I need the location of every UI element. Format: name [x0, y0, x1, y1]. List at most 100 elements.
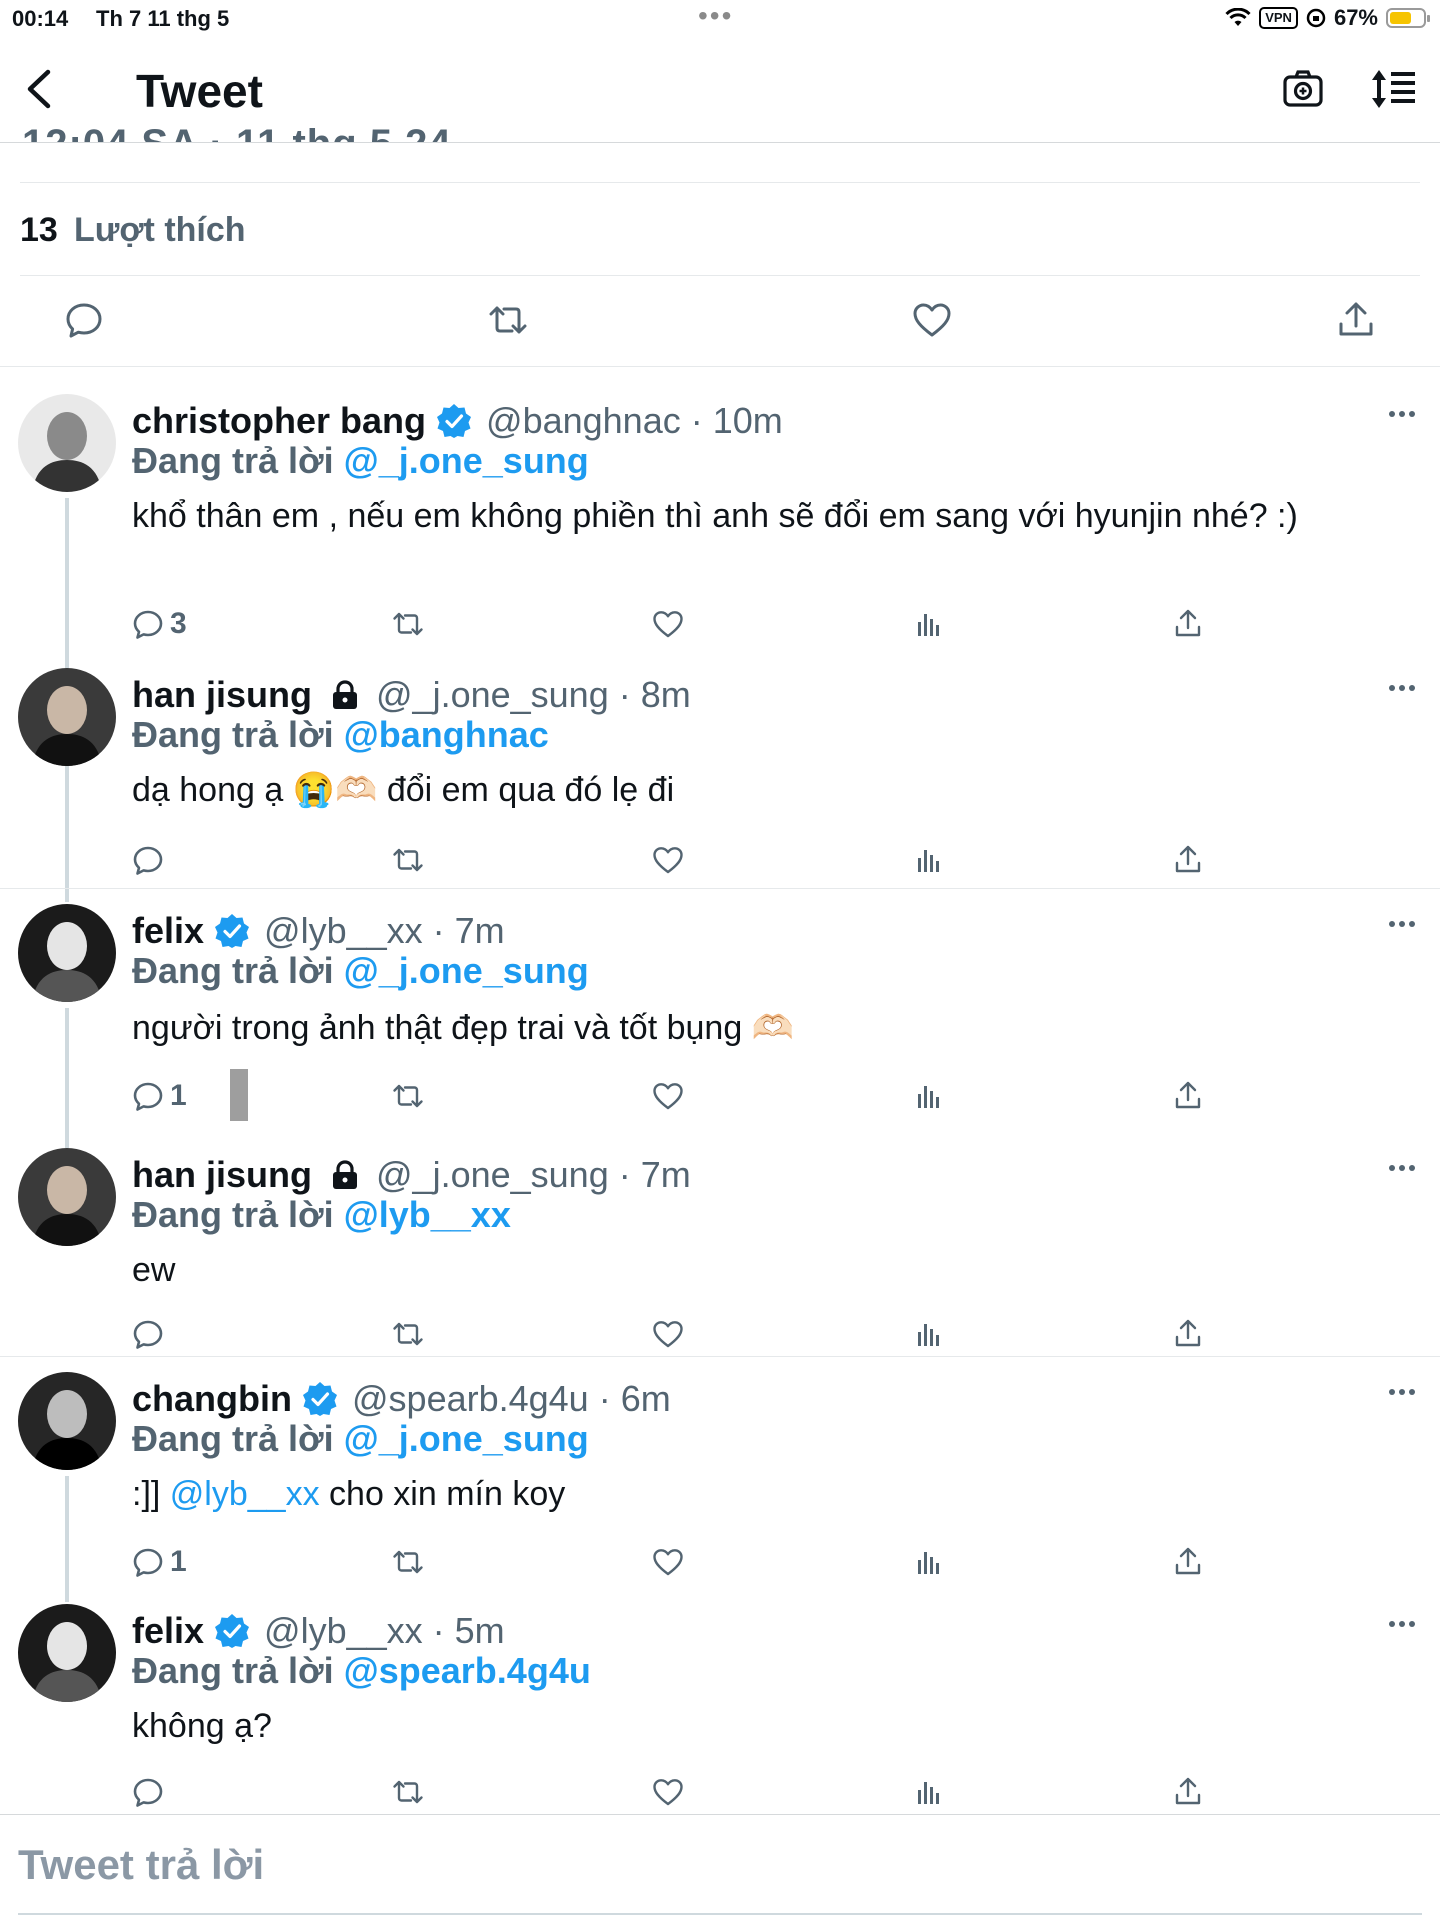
retweet-icon [393, 1322, 423, 1346]
replying-to-handle[interactable]: @_j.one_sung [344, 1418, 589, 1459]
like-icon [653, 1549, 683, 1576]
share-button[interactable] [1172, 840, 1204, 880]
author-name[interactable]: han jisung [132, 674, 312, 716]
reply-text-content: dạ hong ạ 😭🫶🏻 đổi em qua đó lẹ đi [132, 771, 675, 809]
reply-header: changbin @spearb.4g4u · 6m [132, 1378, 671, 1420]
reply-header: han jisung @_j.one_sung · 7m [132, 1154, 691, 1196]
share-icon [1175, 1081, 1201, 1109]
reply-text: không ạ? [132, 1704, 1372, 1748]
share-icon[interactable] [1336, 300, 1376, 340]
reply-time: · 6m [598, 1378, 671, 1419]
reply-text-suffix: cho xin mín koy [319, 1475, 566, 1513]
back-icon[interactable] [20, 66, 60, 112]
retweet-button[interactable] [392, 840, 424, 880]
author-handle[interactable]: @spearb.4g4u [352, 1378, 589, 1420]
camera-icon[interactable] [1282, 68, 1324, 110]
more-icon[interactable] [1388, 408, 1416, 420]
more-icon[interactable] [1388, 918, 1416, 930]
retweet-icon [393, 1550, 423, 1574]
reply-button[interactable] [132, 840, 164, 880]
verified-icon [303, 1382, 337, 1416]
avatar[interactable] [18, 1604, 116, 1702]
reply-tweet[interactable]: han jisung @_j.one_sung · 8m Đang trả lời @… [0, 668, 1440, 889]
author-handle[interactable]: @lyb__xx [264, 910, 423, 952]
author-handle[interactable]: @lyb__xx [264, 1610, 423, 1652]
multitasking-dots-icon[interactable]: ••• [698, 0, 733, 32]
author-handle[interactable]: @_j.one_sung [376, 1154, 609, 1196]
share-button[interactable] [1172, 1314, 1204, 1354]
reply-button[interactable]: 1 [132, 1542, 187, 1582]
avatar[interactable] [18, 668, 116, 766]
views-button[interactable] [912, 840, 944, 880]
reply-tweet[interactable]: felix @lyb__xx · 5m Đang trả lời @spearb.4g… [0, 1604, 1440, 1812]
author-handle[interactable]: @banghnac [486, 400, 681, 442]
reply-tweet[interactable]: felix @lyb__xx · 7m Đang trả lời @_j.one_su… [0, 904, 1440, 1148]
replying-to-handle[interactable]: @_j.one_sung [344, 440, 589, 481]
avatar[interactable] [18, 394, 116, 492]
scroll-indicator[interactable] [230, 1069, 248, 1121]
replying-to-handle[interactable]: @banghnac [344, 714, 549, 755]
retweet-button[interactable] [392, 1542, 424, 1582]
more-icon[interactable] [1388, 1618, 1416, 1630]
reply-tweet[interactable]: han jisung @_j.one_sung · 7m Đang trả lời @… [0, 1148, 1440, 1357]
like-button[interactable] [652, 1772, 684, 1812]
like-icon [653, 1321, 683, 1348]
share-icon [1175, 1319, 1201, 1347]
share-button[interactable] [1172, 1772, 1204, 1812]
views-button[interactable] [912, 604, 944, 644]
reply-button[interactable]: 1 [132, 1076, 187, 1116]
reply-button[interactable] [132, 1772, 164, 1812]
reply-input[interactable]: Tweet trả lời [18, 1841, 264, 1889]
replying-to-label: Đang trả lời [132, 1418, 334, 1459]
avatar[interactable] [18, 1372, 116, 1470]
more-icon[interactable] [1388, 1162, 1416, 1174]
share-button[interactable] [1172, 1076, 1204, 1116]
author-name[interactable]: christopher bang [132, 400, 426, 442]
like-icon[interactable] [912, 300, 952, 340]
sort-icon[interactable] [1370, 68, 1418, 110]
thread-line [65, 1008, 69, 1148]
views-icon [918, 850, 939, 872]
reply-button[interactable] [132, 1314, 164, 1354]
reply-tweet[interactable]: changbin @spearb.4g4u · 6m Đang trả lời @_j… [0, 1372, 1440, 1602]
replying-to-label: Đang trả lời [132, 714, 334, 755]
share-button[interactable] [1172, 604, 1204, 644]
author-name[interactable]: han jisung [132, 1154, 312, 1196]
like-button[interactable] [652, 604, 684, 644]
likes-summary[interactable]: 13 Lượt thích [20, 182, 1420, 276]
reply-composer[interactable]: Tweet trả lời [0, 1814, 1440, 1921]
reply-text-content: ew [132, 1251, 176, 1289]
replying-to-handle[interactable]: @spearb.4g4u [344, 1650, 591, 1691]
retweet-button[interactable] [392, 604, 424, 644]
avatar[interactable] [18, 904, 116, 1002]
like-button[interactable] [652, 1314, 684, 1354]
views-button[interactable] [912, 1772, 944, 1812]
author-handle[interactable]: @_j.one_sung [376, 674, 609, 716]
verified-icon [215, 914, 250, 948]
like-button[interactable] [652, 1542, 684, 1582]
reply-header: christopher bang @banghnac · 10m [132, 400, 783, 442]
reply-button[interactable]: 3 [132, 604, 187, 644]
views-button[interactable] [912, 1542, 944, 1582]
more-icon[interactable] [1388, 682, 1416, 694]
retweet-icon[interactable] [488, 300, 528, 340]
mention-link[interactable]: @lyb__xx [170, 1475, 320, 1513]
like-button[interactable] [652, 840, 684, 880]
retweet-button[interactable] [392, 1314, 424, 1354]
author-name[interactable]: felix [132, 1610, 204, 1652]
replying-to-handle[interactable]: @_j.one_sung [344, 950, 589, 991]
more-icon[interactable] [1388, 1386, 1416, 1398]
author-name[interactable]: felix [132, 910, 204, 952]
like-button[interactable] [652, 1076, 684, 1116]
reply-text: người trong ảnh thật đẹp trai và tốt bụn… [132, 1006, 1372, 1050]
reply-icon[interactable] [64, 300, 104, 340]
share-button[interactable] [1172, 1542, 1204, 1582]
avatar[interactable] [18, 1148, 116, 1246]
replying-to-handle[interactable]: @lyb__xx [344, 1194, 511, 1235]
views-button[interactable] [912, 1076, 944, 1116]
views-button[interactable] [912, 1314, 944, 1354]
author-name[interactable]: changbin [132, 1378, 292, 1420]
reply-actions: 3 [132, 604, 1382, 644]
retweet-button[interactable] [392, 1772, 424, 1812]
retweet-button[interactable] [392, 1076, 424, 1116]
